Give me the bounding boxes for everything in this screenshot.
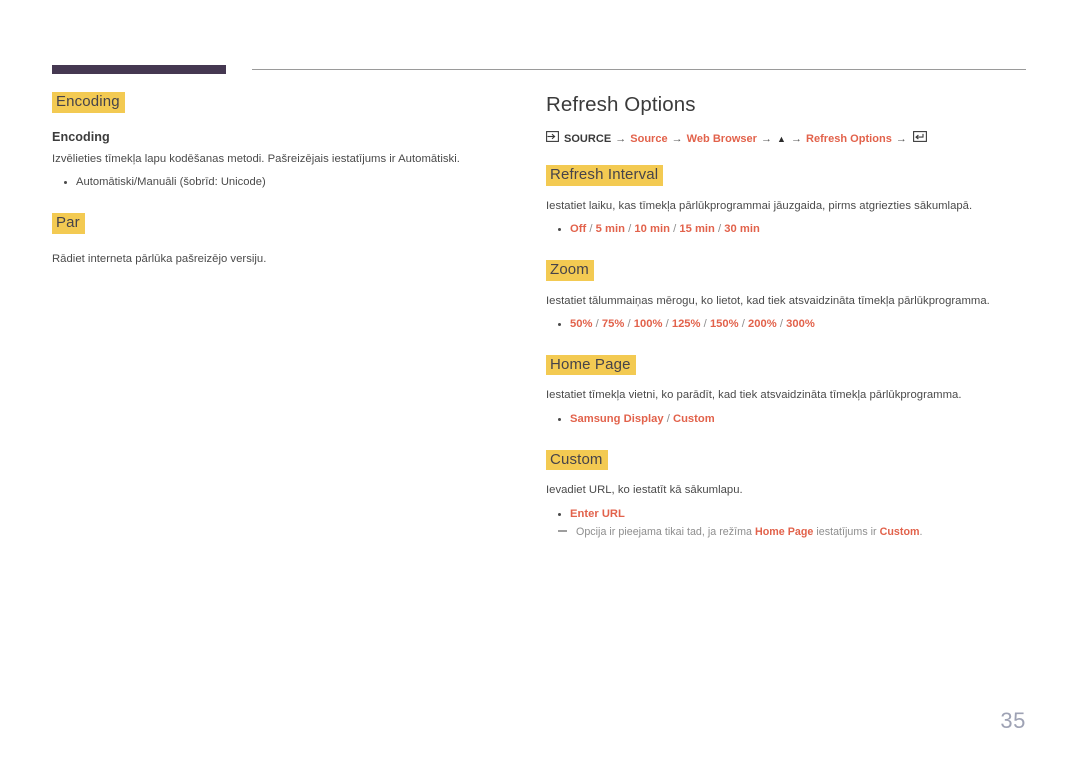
note-prefix: Opcija ir pieejama tikai tad, ja režīma [576, 526, 755, 539]
section-heading-custom: Custom [546, 449, 608, 471]
arrow-right-icon: → [895, 133, 907, 146]
body-text-custom: Ievadiet URL, ko iestatīt kā sākumlapu. [546, 484, 743, 497]
options-list-zoom: 50% / 75% / 100% / 125% / 150% / 200% / … [546, 316, 1026, 333]
option-value[interactable]: 30 min [724, 223, 760, 235]
option-value[interactable]: 100% [634, 318, 663, 330]
arrow-right-icon: → [671, 133, 683, 146]
option-value[interactable]: 150% [710, 318, 739, 330]
body-text-refresh-interval: Iestatiet laiku, kas tīmekļa pārlūkprogr… [546, 199, 973, 212]
section-encoding: Encoding Encoding Izvēlieties tīmekļa la… [52, 92, 512, 191]
page-title: Refresh Options [546, 93, 696, 116]
option-value[interactable]: Custom [673, 413, 715, 425]
arrow-right-icon: → [761, 133, 773, 146]
option-value[interactable]: Off [570, 223, 586, 235]
section-zoom: Zoom Iestatiet tālummaiņas mērogu, ko li… [546, 259, 1026, 333]
section-refresh-interval: Refresh Interval Iestatiet laiku, kas tī… [546, 165, 1026, 238]
section-heading-refresh-interval: Refresh Interval [546, 165, 664, 186]
list-item[interactable]: Samsung Display / Custom [546, 411, 1026, 428]
note-middle: iestatījums ir [813, 526, 880, 539]
enter-key-icon [912, 130, 927, 147]
list-item[interactable]: Off / 5 min / 10 min / 15 min / 30 min [546, 221, 1026, 238]
arrow-right-icon: → [790, 133, 802, 146]
right-column: Refresh Options SOURCE → Source → Web Br… [546, 92, 1026, 541]
section-heading-zoom: Zoom [546, 259, 594, 281]
breadcrumb-item-source[interactable]: Source [630, 132, 667, 147]
option-value[interactable]: 10 min [634, 223, 670, 235]
options-list-refresh-interval: Off / 5 min / 10 min / 15 min / 30 min [546, 221, 1026, 238]
option-value[interactable]: 200% [748, 318, 777, 330]
body-text-par: Rādiet interneta pārlūka pašreizējo vers… [52, 252, 267, 265]
option-value[interactable]: 15 min [679, 223, 715, 235]
breadcrumb-item-refresh-options[interactable]: Refresh Options [806, 132, 892, 147]
note-dash-icon [558, 530, 567, 532]
option-value[interactable]: 50% [570, 318, 592, 330]
section-heading-encoding: Encoding [52, 92, 125, 113]
list-item[interactable]: 50% / 75% / 100% / 125% / 150% / 200% / … [546, 316, 1026, 333]
note-accent-home-page: Home Page [755, 526, 814, 539]
option-value[interactable]: Samsung Display [570, 413, 664, 425]
body-text-home-page: Iestatiet tīmekļa vietni, ko parādīt, ka… [546, 389, 962, 402]
section-note-custom: Opcija ir pieejama tikai tad, ja režīma … [546, 524, 1026, 540]
arrow-right-icon: → [615, 133, 627, 146]
note-suffix: . [919, 526, 923, 539]
page-number: 35 [1000, 708, 1026, 733]
breadcrumb: SOURCE → Source → Web Browser → ▲ → Refr… [546, 130, 1026, 148]
source-input-icon [546, 130, 559, 147]
note-accent-custom: Custom [879, 526, 920, 539]
option-value[interactable]: Enter URL [570, 508, 625, 520]
page-content: Encoding Encoding Izvēlieties tīmekļa la… [0, 0, 1080, 763]
option-value[interactable]: 125% [672, 318, 701, 330]
section-custom: Custom Ievadiet URL, ko iestatīt kā sāku… [546, 449, 1026, 541]
body-text-zoom: Iestatiet tālummaiņas mērogu, ko lietot,… [546, 294, 990, 307]
left-column: Encoding Encoding Izvēlieties tīmekļa la… [52, 92, 512, 267]
section-heading-par: Par [52, 212, 85, 234]
breadcrumb-item-web-browser[interactable]: Web Browser [687, 132, 757, 147]
section-heading-home-page: Home Page [546, 354, 636, 376]
section-par: Par Rādiet interneta pārlūka pašreizējo … [52, 212, 512, 267]
options-list-home-page: Samsung Display / Custom [546, 411, 1026, 428]
body-text-encoding: Izvēlieties tīmekļa lapu kodēšanas metod… [52, 152, 460, 165]
option-value[interactable]: 75% [602, 318, 624, 330]
option-value[interactable]: 5 min [596, 223, 625, 235]
list-item: Automātiski/Manuāli (šobrīd: Unicode) [52, 174, 512, 191]
option-value[interactable]: 300% [786, 318, 815, 330]
breadcrumb-item-source-key[interactable]: SOURCE [564, 132, 611, 147]
sub-heading-encoding: Encoding [52, 129, 110, 144]
up-arrow-icon: ▲ [777, 133, 786, 144]
options-list-custom: Enter URL [546, 506, 1026, 523]
section-home-page: Home Page Iestatiet tīmekļa vietni, ko p… [546, 354, 1026, 428]
bullet-list-encoding: Automātiski/Manuāli (šobrīd: Unicode) [52, 174, 512, 191]
list-item[interactable]: Enter URL [546, 506, 1026, 523]
